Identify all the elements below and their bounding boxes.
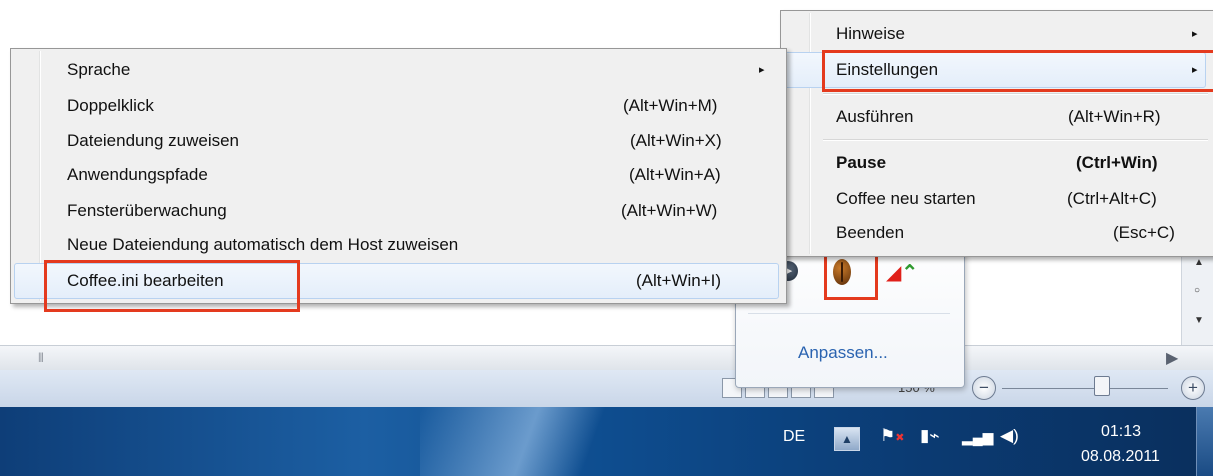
chart-icon[interactable]: ◢⌃ bbox=[886, 263, 918, 283]
menu-item-ausfuehren[interactable]: Ausführen (Alt+Win+R) bbox=[784, 99, 1204, 135]
zoom-slider-track[interactable] bbox=[1002, 388, 1168, 389]
submenu-arrow-icon: ▸ bbox=[1192, 28, 1198, 40]
customize-link[interactable]: Anpassen... bbox=[798, 343, 888, 363]
show-desktop-button[interactable] bbox=[1196, 407, 1213, 476]
scroll-right-icon[interactable]: ▶ bbox=[1166, 348, 1178, 368]
clock-date[interactable]: 08.08.2011 bbox=[1081, 448, 1160, 466]
taskbar bbox=[0, 407, 1213, 476]
clock-time[interactable]: 01:13 bbox=[1101, 423, 1141, 441]
einstellungen-highlight bbox=[822, 50, 1213, 92]
vertical-scroll-controls[interactable]: ▲ ○ ▼ bbox=[1181, 245, 1213, 345]
scroll-down-icon[interactable]: ▼ bbox=[1194, 315, 1204, 326]
menu-item-coffee-neu-starten[interactable]: Coffee neu starten (Ctrl+Alt+C) bbox=[784, 181, 1204, 217]
menu-item-doppelklick[interactable]: Doppelklick (Alt+Win+M) bbox=[14, 88, 779, 124]
horizontal-scrollbar[interactable]: ||| ▶ bbox=[0, 345, 1213, 371]
menu-item-pause[interactable]: Pause (Ctrl+Win) bbox=[784, 145, 1204, 181]
volume-icon[interactable]: ◀) bbox=[1000, 426, 1019, 446]
menu-item-neue-dateiendung[interactable]: Neue Dateiendung automatisch dem Host zu… bbox=[14, 227, 779, 263]
coffee-context-menu: Hinweise ▸ Einstellungen ▸ Ausführen (Al… bbox=[780, 10, 1213, 257]
zoom-slider-thumb[interactable] bbox=[1094, 376, 1110, 396]
action-center-flag-icon[interactable]: ⚑✖ bbox=[880, 426, 904, 446]
scroll-grip-icon[interactable]: ||| bbox=[38, 352, 44, 363]
language-indicator[interactable]: DE bbox=[783, 428, 805, 446]
menu-item-sprache[interactable]: Sprache ▸ bbox=[14, 52, 779, 88]
coffee-ini-highlight bbox=[44, 260, 300, 312]
zoom-in-button[interactable]: + bbox=[1181, 376, 1205, 400]
menu-item-hinweise[interactable]: Hinweise ▸ bbox=[784, 16, 1204, 52]
menu-item-dateiendung-zuweisen[interactable]: Dateiendung zuweisen (Alt+Win+X) bbox=[14, 123, 779, 159]
menu-item-fensterueberwachung[interactable]: Fensterüberwachung (Alt+Win+W) bbox=[14, 193, 779, 229]
network-signal-icon[interactable]: ▂▄▆ bbox=[962, 429, 993, 446]
menu-item-beenden[interactable]: Beenden (Esc+C) bbox=[784, 215, 1204, 251]
power-icon[interactable]: ▮⌁ bbox=[920, 426, 940, 446]
submenu-arrow-icon: ▸ bbox=[759, 64, 765, 76]
scroll-circle-icon[interactable]: ○ bbox=[1194, 285, 1200, 296]
menu-item-anwendungspfade[interactable]: Anwendungspfade (Alt+Win+A) bbox=[14, 157, 779, 193]
show-hidden-icons-button[interactable]: ▲ bbox=[834, 427, 860, 451]
scroll-up-icon[interactable]: ▲ bbox=[1194, 257, 1204, 268]
zoom-out-button[interactable]: − bbox=[972, 376, 996, 400]
